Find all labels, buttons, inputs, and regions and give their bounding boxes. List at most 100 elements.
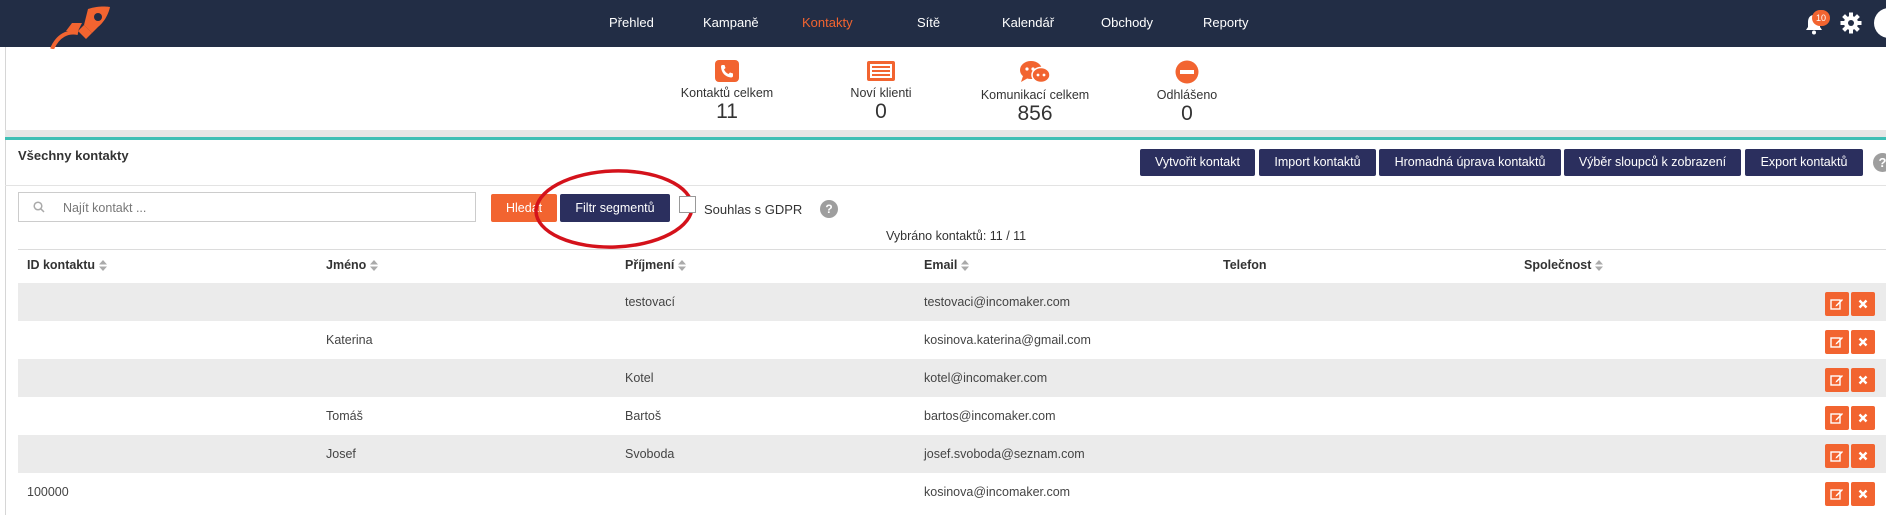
- delete-button[interactable]: [1851, 330, 1875, 354]
- delete-button[interactable]: [1851, 292, 1875, 316]
- nav-item-site[interactable]: Sítě: [917, 15, 940, 30]
- edit-icon: [1830, 413, 1843, 424]
- table-row[interactable]: testovací testovaci@incomaker.com: [18, 283, 1886, 321]
- gear-icon[interactable]: [1840, 12, 1862, 34]
- search-icon: [33, 201, 45, 213]
- cell-email: bartos@incomaker.com: [924, 409, 1056, 423]
- help-icon[interactable]: ?: [1873, 153, 1886, 172]
- nav-item-kampane[interactable]: Kampaně: [703, 15, 759, 30]
- search-input[interactable]: [61, 197, 465, 219]
- column-header-company[interactable]: Společnost: [1524, 258, 1604, 272]
- gdpr-label: Souhlas s GDPR: [704, 202, 803, 217]
- edit-button[interactable]: [1825, 330, 1849, 354]
- column-header-phone[interactable]: Telefon: [1223, 258, 1267, 272]
- cell-last-name: testovací: [625, 295, 676, 309]
- table-row[interactable]: Tomáš Bartoš bartos@incomaker.com: [18, 397, 1886, 435]
- sort-icon: [961, 260, 970, 272]
- cell-last-name: Kotel: [625, 371, 654, 385]
- close-icon: [1858, 375, 1868, 385]
- nav-item-prehled[interactable]: Přehled: [609, 15, 654, 30]
- stat-value: 0: [875, 100, 887, 123]
- delete-button[interactable]: [1851, 482, 1875, 506]
- edit-icon: [1830, 489, 1843, 500]
- nav-item-reporty[interactable]: Reporty: [1203, 15, 1249, 30]
- table-row[interactable]: Josef Svoboda josef.svoboda@seznam.com: [18, 435, 1886, 473]
- section-divider: [5, 185, 1886, 186]
- table-top-border: [18, 249, 1886, 250]
- edit-button[interactable]: [1825, 406, 1849, 430]
- teal-accent-line: [5, 137, 1886, 140]
- top-navbar: Přehled Kampaně Kontakty Sítě Kalendář O…: [0, 0, 1886, 49]
- nav-item-kontakty[interactable]: Kontakty: [802, 15, 853, 30]
- edit-icon: [1830, 375, 1843, 386]
- stat-value: 11: [716, 100, 738, 123]
- bulk-edit-contacts-button[interactable]: Hromadná úprava kontaktů: [1379, 149, 1561, 176]
- export-contacts-button[interactable]: Export kontaktů: [1745, 149, 1863, 176]
- column-header-email[interactable]: Email: [924, 258, 970, 272]
- stats-divider: [5, 130, 1886, 137]
- stat-new-clients: Noví klienti 0: [811, 60, 951, 124]
- delete-button[interactable]: [1851, 406, 1875, 430]
- table-row[interactable]: Katerina kosinova.katerina@gmail.com: [18, 321, 1886, 359]
- column-header-label: Jméno: [326, 258, 367, 272]
- edit-button[interactable]: [1825, 444, 1849, 468]
- edit-icon: [1830, 299, 1843, 310]
- gdpr-checkbox[interactable]: [679, 196, 696, 213]
- table-row[interactable]: Kotel kotel@incomaker.com: [18, 359, 1886, 397]
- sort-icon: [678, 260, 687, 272]
- edit-button[interactable]: [1825, 292, 1849, 316]
- edit-icon: [1830, 337, 1843, 348]
- table-row[interactable]: 100000 kosinova@incomaker.com: [18, 473, 1886, 511]
- import-contacts-button[interactable]: Import kontaktů: [1259, 149, 1376, 176]
- column-header-id[interactable]: ID kontaktu: [27, 258, 108, 272]
- stat-label: Komunikací celkem: [980, 88, 1090, 102]
- stat-label: Odhlášeno: [1156, 88, 1218, 102]
- stat-total-communications: Komunikací celkem 856: [965, 60, 1105, 126]
- avatar[interactable]: [1874, 8, 1886, 38]
- column-header-label: Email: [924, 258, 958, 272]
- stat-label: Noví klienti: [850, 86, 912, 100]
- cell-id: 100000: [27, 485, 69, 499]
- cell-first-name: Tomáš: [326, 409, 363, 423]
- column-selection-button[interactable]: Výběr sloupců k zobrazení: [1564, 149, 1741, 176]
- gdpr-help-icon[interactable]: ?: [820, 200, 838, 218]
- edit-button[interactable]: [1825, 368, 1849, 392]
- cell-email: kosinova@incomaker.com: [924, 485, 1071, 499]
- cell-email: kosinova.katerina@gmail.com: [924, 333, 1091, 347]
- delete-button[interactable]: [1851, 368, 1875, 392]
- notification-badge: 10: [1812, 10, 1830, 26]
- cell-first-name: Katerina: [326, 333, 373, 347]
- minus-circle-icon: [1175, 60, 1199, 84]
- delete-button[interactable]: [1851, 444, 1875, 468]
- section-title: Všechny kontakty: [18, 148, 129, 163]
- create-contact-button[interactable]: Vytvořit kontakt: [1140, 149, 1255, 176]
- chat-bubbles-icon: [1020, 61, 1051, 84]
- search-box: [18, 192, 476, 222]
- nav-item-obchody[interactable]: Obchody: [1101, 15, 1153, 30]
- edit-button[interactable]: [1825, 482, 1849, 506]
- sort-icon: [99, 260, 108, 272]
- column-header-first-name[interactable]: Jméno: [326, 258, 379, 272]
- column-header-label: Telefon: [1223, 258, 1267, 272]
- close-icon: [1858, 451, 1868, 461]
- cell-last-name: Bartoš: [625, 409, 662, 423]
- close-icon: [1858, 413, 1868, 423]
- stat-label: Kontaktů celkem: [680, 86, 774, 100]
- close-icon: [1858, 337, 1868, 347]
- stat-unsubscribed: Odhlášeno 0: [1117, 60, 1257, 126]
- list-card-icon: [867, 61, 895, 81]
- rocket-logo-icon[interactable]: [48, 5, 112, 49]
- column-header-last-name[interactable]: Příjmení: [625, 258, 687, 272]
- cell-email: josef.svoboda@seznam.com: [924, 447, 1085, 461]
- nav-item-kalendar[interactable]: Kalendář: [1002, 15, 1054, 30]
- phone-icon: [715, 60, 739, 82]
- close-icon: [1858, 489, 1868, 499]
- cell-email: testovaci@incomaker.com: [924, 295, 1071, 309]
- cell-first-name: Josef: [326, 447, 356, 461]
- sort-icon: [370, 260, 379, 272]
- cell-last-name: Svoboda: [625, 447, 675, 461]
- edit-icon: [1830, 451, 1843, 462]
- stat-total-contacts: Kontaktů celkem 11: [657, 60, 797, 124]
- column-header-label: Společnost: [1524, 258, 1592, 272]
- annotation-ellipse: [534, 169, 694, 249]
